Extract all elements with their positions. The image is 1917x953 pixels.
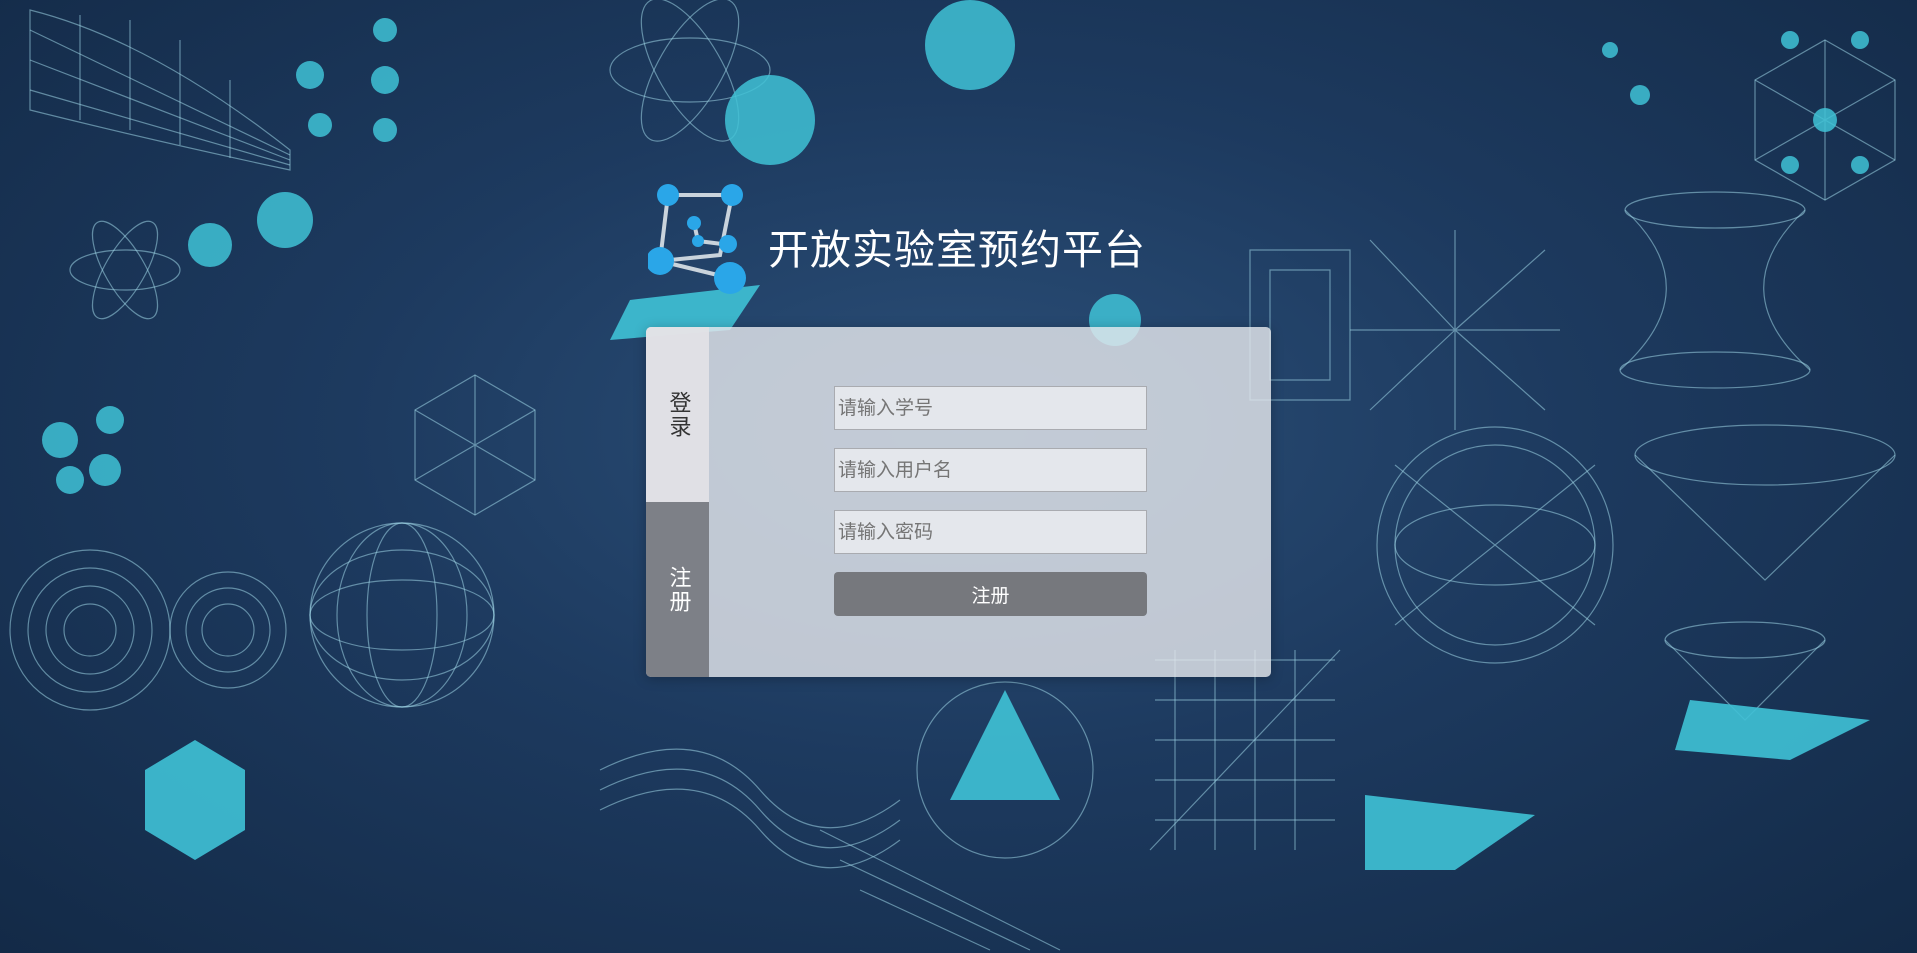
page-title: 开放实验室预约平台 [768, 226, 1146, 274]
register-button[interactable]: 注册 [834, 572, 1147, 616]
password-input[interactable] [834, 510, 1147, 554]
username-input[interactable] [834, 448, 1147, 492]
molecule-cube-icon [648, 184, 746, 294]
tab-login-label: 登录 [665, 390, 691, 439]
tab-login[interactable]: 登录 [646, 327, 709, 502]
tab-register-label: 注册 [665, 565, 691, 614]
auth-panel: 登录 注册 注册 [646, 327, 1271, 677]
tab-register[interactable]: 注册 [646, 502, 709, 677]
register-form: 注册 [834, 386, 1147, 616]
student-id-input[interactable] [834, 386, 1147, 430]
brand-header: 开放实验室预约平台 [648, 184, 1146, 296]
auth-tabs: 登录 注册 [646, 327, 709, 677]
